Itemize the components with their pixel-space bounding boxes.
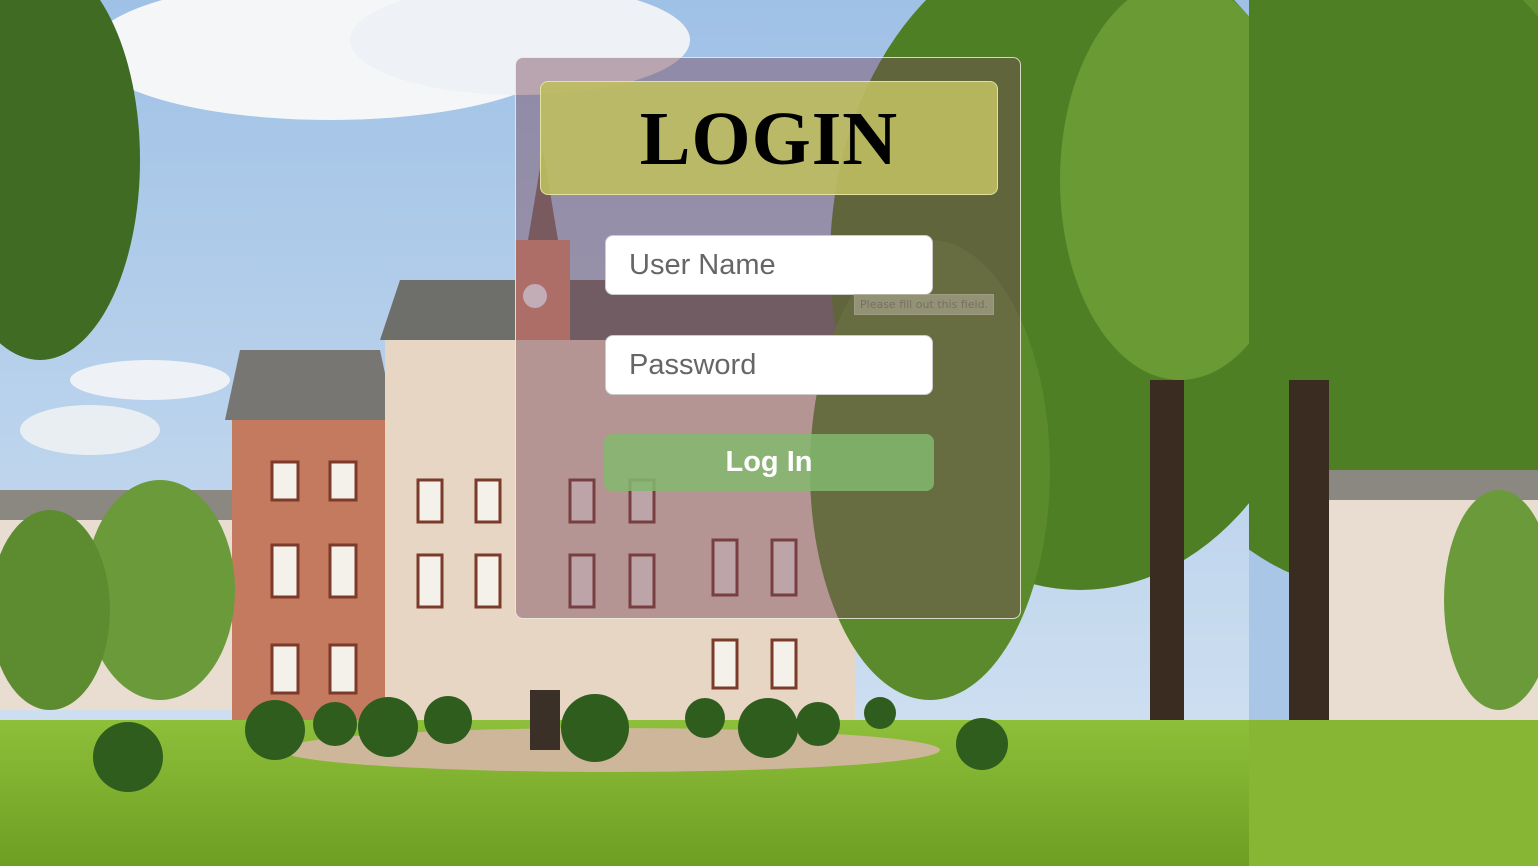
username-input[interactable] [605, 235, 933, 295]
login-button[interactable]: Log In [604, 434, 934, 491]
password-input[interactable] [605, 335, 933, 395]
background-tile-repeat [1249, 0, 1539, 866]
login-title: LOGIN [639, 97, 899, 181]
login-panel: LOGIN Please fill out this field. Log In [515, 57, 1021, 619]
palace-garden-scene-repeat [1249, 0, 1538, 866]
login-header: LOGIN [540, 81, 998, 195]
validation-tooltip: Please fill out this field. [854, 294, 995, 315]
